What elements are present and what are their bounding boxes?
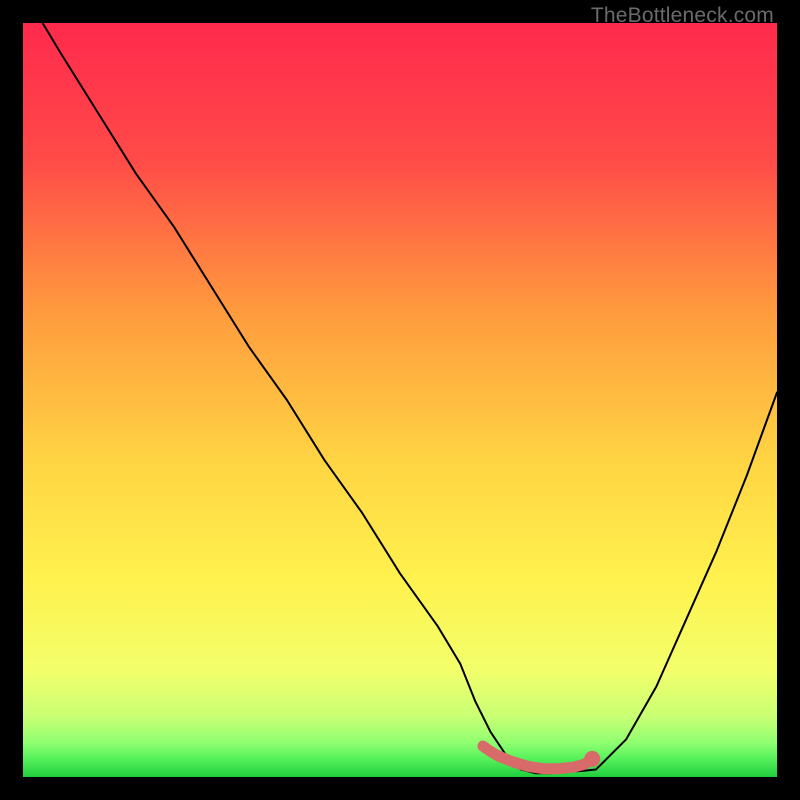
optimal-marker-group <box>483 746 600 769</box>
bottleneck-curve-line <box>23 23 777 773</box>
optimal-marker-line <box>483 746 592 769</box>
bottleneck-chart: TheBottleneck.com <box>0 0 800 800</box>
plot-area <box>23 23 777 777</box>
watermark-text: TheBottleneck.com <box>591 4 774 28</box>
optimal-marker-end-dot <box>584 751 600 767</box>
chart-lines <box>23 23 777 777</box>
